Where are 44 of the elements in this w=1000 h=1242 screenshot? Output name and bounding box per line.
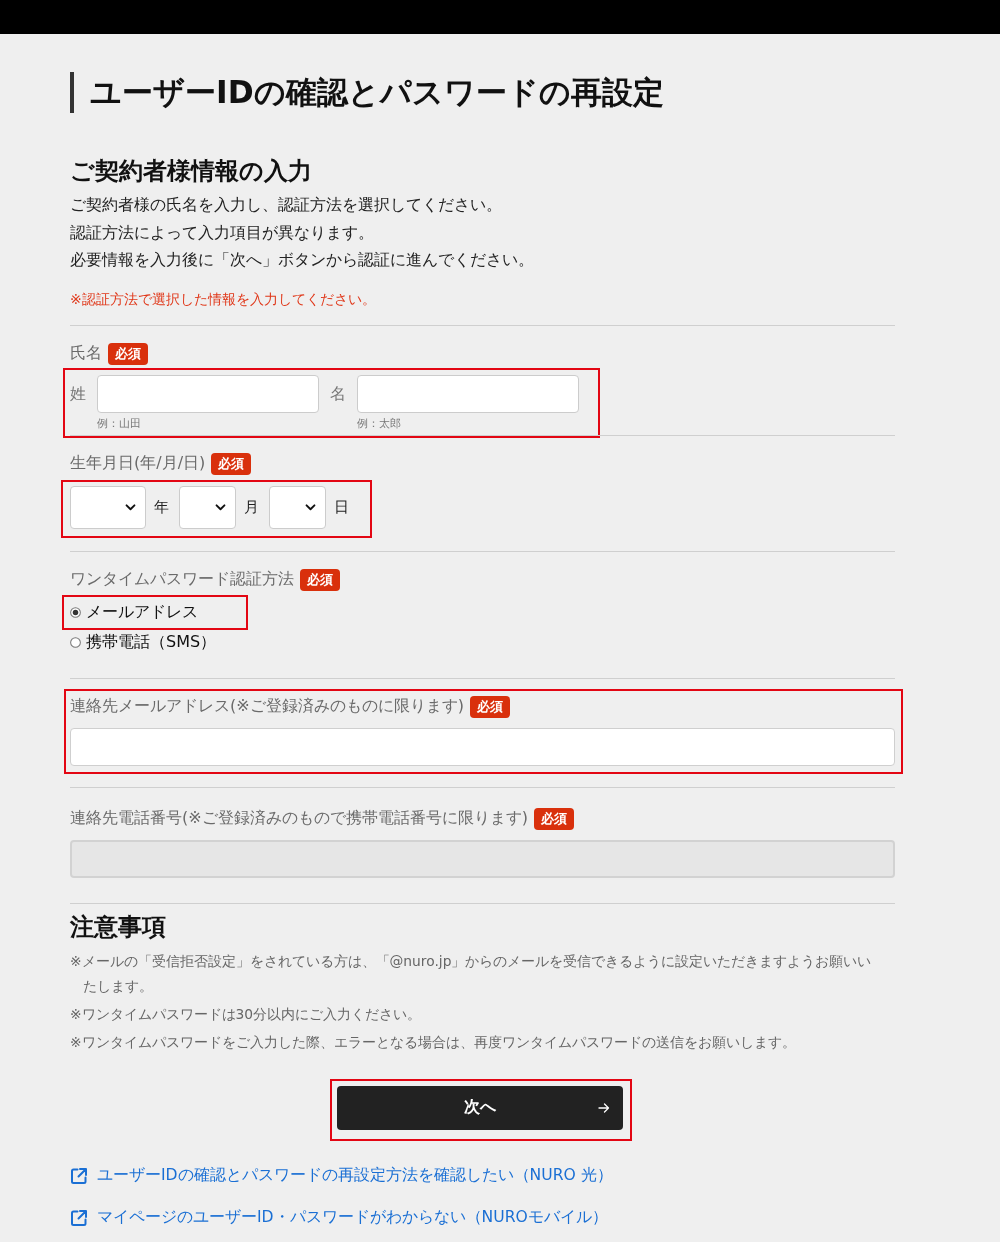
note-text: ※ワンタイムパスワードは30分以内にご入力ください。 xyxy=(70,1004,423,1024)
input-hint: 例：太郎 xyxy=(357,415,402,432)
radio-option[interactable]: メールアドレス xyxy=(70,601,198,623)
radio-option[interactable]: 携帯電話（SMS） xyxy=(70,631,217,653)
dropdown-select[interactable] xyxy=(269,485,326,529)
arrow-right-icon xyxy=(597,1101,610,1114)
help-link[interactable]: マイページのユーザーID・パスワードがわからない（NUROモバイル） xyxy=(97,1207,608,1228)
input-field[interactable] xyxy=(357,374,579,413)
name-part-label: 名 xyxy=(330,382,346,405)
date-unit-label: 日 xyxy=(334,497,349,517)
help-link[interactable]: ユーザーIDの確認とパスワードの再設定方法を確認したい（NURO 光） xyxy=(97,1165,613,1186)
date-unit-label: 月 xyxy=(244,497,259,517)
intro-text: ご契約者様の氏名を入力し、認証方法を選択してください。 xyxy=(70,194,503,216)
field-label: 連絡先メールアドレス(※ご登録済みのものに限ります) xyxy=(70,696,464,717)
warning-note: ※認証方法で選択した情報を入力してください。 xyxy=(70,289,377,309)
chevron-icon xyxy=(125,503,136,511)
chevron-icon xyxy=(305,503,316,511)
next-button[interactable]: 次へ xyxy=(336,1085,623,1130)
input-field[interactable] xyxy=(97,374,319,413)
external-link-icon xyxy=(70,1208,88,1227)
required-badge: 必須 xyxy=(211,452,252,475)
input-field[interactable] xyxy=(70,727,895,766)
external-link-icon xyxy=(70,1166,88,1185)
dropdown-select[interactable] xyxy=(70,485,146,529)
field-label: ワンタイムパスワード認証方法 xyxy=(70,569,294,590)
required-badge: 必須 xyxy=(300,568,340,591)
note-text: ※メールの「受信拒否設定」をされている方は、「@nuro.jp」からのメールを受信できるように設定いただきますようお願いいたします。 xyxy=(70,951,873,996)
dropdown-select[interactable] xyxy=(179,485,236,529)
intro-text: 必要情報を入力後に「次へ」ボタンから認証に進んでください。 xyxy=(70,249,535,271)
intro-text: 認証方法によって入力項目が異なります。 xyxy=(70,221,375,244)
field-label: 生年月日(年/月/日) xyxy=(70,453,206,474)
date-unit-label: 年 xyxy=(154,497,169,517)
page-title: ユーザーIDの確認とパスワードの再設定 xyxy=(70,72,895,113)
required-badge: 必須 xyxy=(533,807,574,830)
required-badge: 必須 xyxy=(108,342,148,365)
field-label: 連絡先電話番号(※ご登録済みのもので携帯電話番号に限ります) xyxy=(70,808,528,829)
section-heading: 注意事項 xyxy=(70,911,167,942)
field-label: 氏名 xyxy=(70,343,102,364)
section-heading: ご契約者様情報の入力 xyxy=(70,156,313,186)
chevron-icon xyxy=(215,503,226,511)
input-hint: 例：山田 xyxy=(97,415,142,432)
required-badge: 必須 xyxy=(469,695,510,718)
name-part-label: 姓 xyxy=(70,382,86,405)
note-text: ※ワンタイムパスワードをご入力した際、エラーとなる場合は、再度ワンタイムパスワードの送信をお願いします。 xyxy=(70,1032,797,1052)
